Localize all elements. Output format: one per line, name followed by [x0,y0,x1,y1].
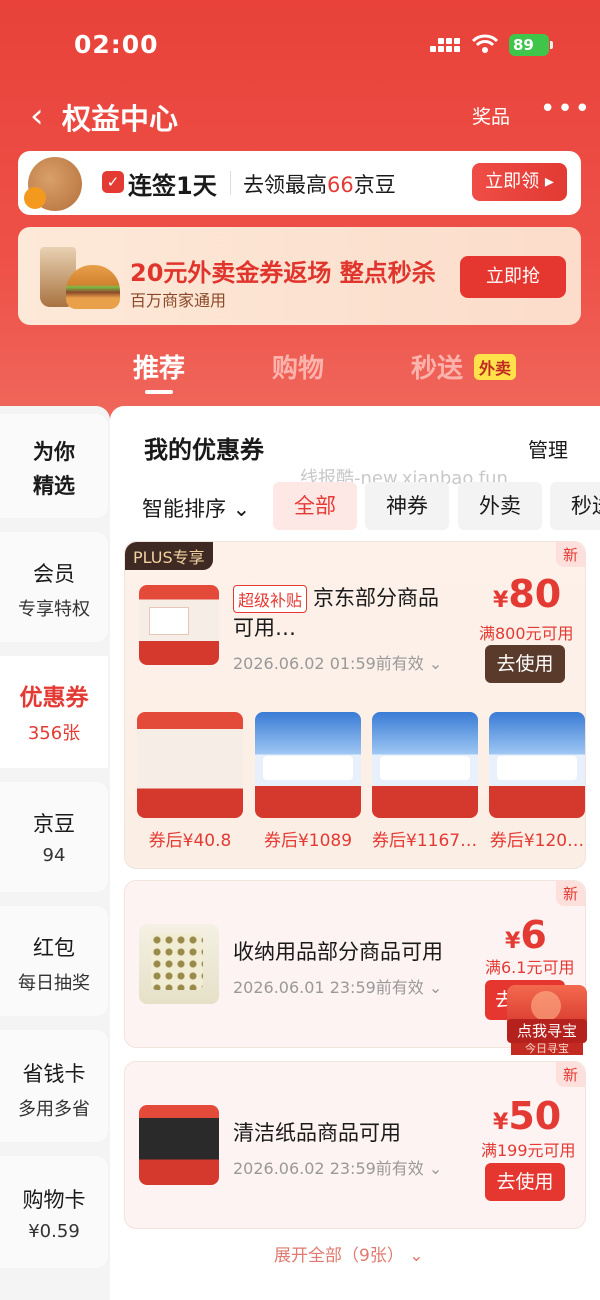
coupon-condition: 满800元可用 [479,624,574,643]
super-subsidy-tag: 超级补贴 [233,585,308,613]
treasure-sublabel: 今日寻宝 [511,1043,583,1055]
product-thumbnail [139,1105,219,1185]
product-item[interactable]: 券后¥120… [489,712,585,851]
sidebar-item-redpacket[interactable]: 红包 每日抽奖 [0,906,108,1016]
sidebar-item-savecard[interactable]: 省钱卡 多用多省 [0,1030,108,1142]
coupon-condition: 满199元可用 [481,1141,576,1160]
product-image [255,712,361,818]
use-button[interactable]: 去使用 [485,1163,565,1201]
promo-title: 20元外卖金券返场 整点秒杀 [130,259,436,287]
coupon-name: 收纳用品部分商品可用 [233,940,443,964]
sign-desc: 去领最高66京豆 [243,173,396,197]
coupon-expiry: 2026.06.02 23:59前有效 ⌄ [233,1159,443,1178]
product-item[interactable]: 券后¥1167.… [372,712,478,851]
new-tag: 新 [555,881,585,906]
tab-shopping[interactable]: 购物 [272,348,324,385]
filter-takeout[interactable]: 外卖 [458,482,542,530]
product-image [372,712,478,818]
signal-icon [430,36,460,54]
page-title: 权益中心 [62,102,179,136]
product-price: 券后¥1089 [263,831,353,851]
section-title: 我的优惠券 [144,436,264,464]
capybara-mascot-icon [24,157,82,211]
product-price: 券后¥120… [489,831,585,851]
prize-link[interactable]: 奖品 [472,102,510,129]
claim-button[interactable]: 立即领 ▸ [472,163,567,201]
sort-dropdown[interactable]: 智能排序 ⌄ [142,493,250,523]
new-tag: 新 [555,542,585,567]
treasure-hunt-floater[interactable]: 点我寻宝 今日寻宝 [507,985,587,1055]
sidebar-item-member[interactable]: 会员 专享特权 [0,532,108,642]
coupon-condition: 满6.1元可用 [485,958,575,977]
promo-subtitle: 百万商家通用 [130,291,227,310]
product-item[interactable]: 券后¥40.8 [137,712,243,851]
sidebar-item-giftcard[interactable]: 购物卡 ¥0.59 [0,1156,108,1268]
product-image [137,712,243,818]
coupon-name-2: 可用… [233,616,296,640]
manage-button[interactable]: 管理 [528,434,568,463]
sidebar: 为你 精选 会员 专享特权 优惠券 356张 京豆 94 红包 每日抽奖 省钱卡… [0,406,110,1300]
product-image [489,712,585,818]
sign-in-card: ✓ 连签1天 去领最高66京豆 立即领 ▸ [18,151,581,215]
nav-bar: ‹ 权益中心 奖品 ••• [0,92,600,138]
product-price: 券后¥40.8 [148,831,232,851]
product-item[interactable]: 券后¥1089 [255,712,361,851]
promo-banner[interactable]: 20元外卖金券返场 整点秒杀 百万商家通用 立即抢 [18,227,581,325]
use-button[interactable]: 去使用 [485,645,565,683]
expand-all-link[interactable]: 展开全部（9张） ⌄ [274,1241,423,1266]
coupon-expiry: 2026.06.01 23:59前有效 ⌄ [233,978,443,997]
status-time: 02:00 [74,30,159,59]
top-tabs: 推荐 购物 秒送 外卖 [0,348,600,398]
back-icon[interactable]: ‹ [30,96,44,136]
product-thumbnail [139,585,219,665]
status-bar: 02:00 89 [0,28,600,64]
burger-icon [66,265,120,309]
coupon-amount: ¥6 [505,913,547,957]
sidebar-item-coupons[interactable]: 优惠券 356张 [0,656,108,768]
takeout-badge: 外卖 [474,354,517,380]
coupon-name: 京东部分商品 [313,586,439,610]
treasure-label: 点我寻宝 [507,1019,587,1043]
new-tag: 新 [555,1062,585,1087]
tab-instant[interactable]: 秒送 [411,348,463,385]
sidebar-item-beans[interactable]: 京豆 94 [0,782,108,892]
grab-button[interactable]: 立即抢 [460,256,566,298]
filter-all[interactable]: 全部 [273,482,357,530]
coupon-amount: ¥80 [493,572,562,616]
coupon-name: 清洁纸品商品可用 [233,1121,401,1145]
sidebar-item-picks[interactable]: 为你 精选 [0,414,108,518]
wifi-icon [472,34,498,53]
battery-icon: 89 [509,34,553,56]
coupon-panel: 我的优惠券 管理 线报酷-new.xianbao.fun 智能排序 ⌄ 全部 神… [110,406,600,1300]
product-price: 券后¥1167.… [372,831,478,851]
filter-instant[interactable]: 秒送 [550,482,600,530]
divider [230,171,231,195]
coupon-card-paper[interactable]: 新 清洁纸品商品可用 2026.06.02 23:59前有效 ⌄ ¥50 满19… [124,1061,586,1229]
coupon-expiry: 2026.06.02 01:59前有效 ⌄ [233,654,443,673]
tab-indicator [145,390,173,394]
sign-days: 连签1天 [128,172,217,200]
plus-tag: PLUS专享 [125,542,213,570]
product-thumbnail [139,924,219,1004]
more-icon[interactable]: ••• [540,94,592,124]
coupon-amount: ¥50 [493,1094,562,1138]
coupon-card-plus[interactable]: PLUS专享 新 超级补贴 京东部分商品 可用… 2026.06.02 01:5… [124,541,586,869]
tab-recommend[interactable]: 推荐 [133,348,185,385]
check-icon: ✓ [102,171,124,193]
filter-god[interactable]: 神券 [365,482,449,530]
